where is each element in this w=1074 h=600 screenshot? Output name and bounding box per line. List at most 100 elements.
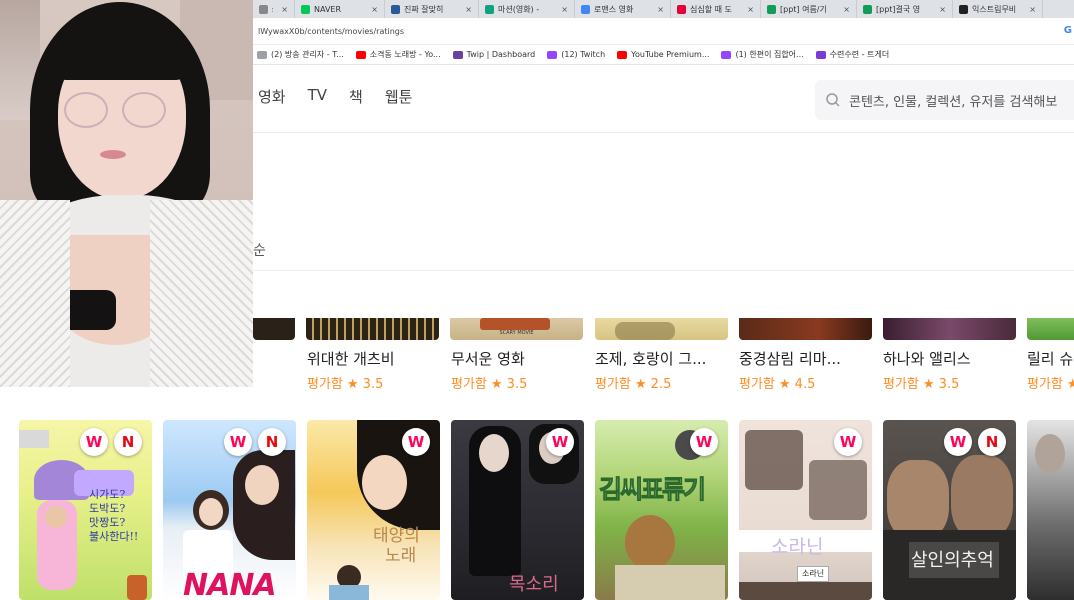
netflix-badge-icon: N <box>114 428 142 456</box>
poster-thumbnail[interactable] <box>595 318 728 340</box>
bookmark-item[interactable]: YouTube Premium... <box>617 50 709 59</box>
tab-label: 로맨스 영화 <box>594 4 634 14</box>
close-tab-icon[interactable]: × <box>843 5 850 14</box>
poster-title: 김씨표류기 <box>598 475 706 505</box>
tab-favicon-icon <box>301 4 310 14</box>
rating-value: ★ 3.5 <box>922 377 960 392</box>
rating-value: ★ 3.5 <box>490 377 528 392</box>
user-rating: 평가함 ★ 3.5 <box>883 373 959 392</box>
bookmark-label: 수련수련 - 트게더 <box>829 50 890 59</box>
rating-value: ★ 4.5 <box>778 377 816 392</box>
poster-thumbnail[interactable] <box>1027 318 1074 340</box>
watcha-badge-icon: W <box>402 428 430 456</box>
poster-title: NANA <box>183 568 277 600</box>
movie-title[interactable]: 위대한 개츠비 <box>307 348 395 369</box>
browser-tab[interactable]: [ppt]결국 영 × <box>857 0 953 18</box>
bookmark-item[interactable]: 수련수련 - 트게더 <box>815 49 890 60</box>
tab-favicon-icon <box>259 4 268 14</box>
poster-thumbnail[interactable] <box>306 318 439 340</box>
nav-webtoon[interactable]: 웹툰 <box>385 86 413 107</box>
tab-favicon-icon <box>767 4 776 14</box>
movie-title[interactable]: 중경삼림 리마... <box>739 348 841 369</box>
browser-tab[interactable]: shi × <box>253 0 295 18</box>
webcam-overlay <box>0 0 253 387</box>
bookmark-item[interactable]: Twip | Dashboard <box>452 50 535 59</box>
movie-poster[interactable] <box>1027 420 1074 600</box>
bookmark-item[interactable]: (12) Twitch <box>547 50 605 59</box>
netflix-badge-icon: N <box>978 428 1006 456</box>
poster-thumbnail[interactable] <box>883 318 1016 340</box>
url-text: lWywaxX0b/contents/movies/ratings <box>258 26 405 36</box>
browser-tab[interactable]: 마션(영화) - × <box>479 0 575 18</box>
sort-label[interactable]: 순 <box>253 240 266 260</box>
tab-favicon-icon <box>581 4 590 14</box>
browser-tab[interactable]: 심심할 때 도 × <box>671 0 761 18</box>
close-tab-icon[interactable]: × <box>747 5 754 14</box>
poster-thumbnail[interactable]: SCARY MOVIE <box>450 318 583 340</box>
close-tab-icon[interactable]: × <box>657 5 664 14</box>
close-tab-icon[interactable]: × <box>1029 5 1036 14</box>
close-tab-icon[interactable]: × <box>281 5 288 14</box>
poster-thumbnail[interactable] <box>739 318 872 340</box>
user-rating: 평가함 ★ 3.5 <box>451 373 527 392</box>
user-rating: 평가함 ★ 4.5 <box>739 373 815 392</box>
tab-label: [ppt] 여름/기 <box>780 4 827 14</box>
close-tab-icon[interactable]: × <box>939 5 946 14</box>
main-nav: 영화 TV 책 웹툰 <box>258 86 412 107</box>
nav-tv[interactable]: TV <box>308 86 327 107</box>
close-tab-icon[interactable]: × <box>465 5 472 14</box>
bookmark-favicon-icon <box>617 50 628 59</box>
poster-title: 목소리 <box>509 574 559 595</box>
search-icon <box>826 93 840 107</box>
browser-tab[interactable]: NAVER × <box>295 0 385 18</box>
poster-tagline: 시가도? 도박도? 맛짱도? 불사한다!! <box>89 488 139 543</box>
rating-label: 평가함 <box>1027 377 1063 392</box>
poster-title: 소라닌 <box>771 536 824 558</box>
bookmark-favicon-icon <box>452 50 463 59</box>
search-placeholder: 콘텐츠, 인물, 컬렉션, 유저를 검색해보 <box>849 94 1058 110</box>
watcha-badge-icon: W <box>834 428 862 456</box>
browser-tab[interactable]: [ppt] 여름/기 × <box>761 0 857 18</box>
tab-favicon-icon <box>863 4 872 14</box>
bookmark-item[interactable]: 소격동 노래방 - Yo... <box>355 49 441 60</box>
tab-label: 진짜 잘맞히 <box>404 4 444 14</box>
rating-label: 평가함 <box>595 377 631 392</box>
sort-divider <box>253 270 1074 271</box>
netflix-badge-icon: N <box>258 428 286 456</box>
header-divider <box>253 132 1074 133</box>
user-rating: 평가함 ★ 2.5 <box>595 373 671 392</box>
poster-title: 태양의 노래 <box>373 526 420 566</box>
movie-title[interactable]: 무서운 영화 <box>451 348 525 369</box>
bookmark-label: (2) 방송 관리자 - T... <box>271 50 344 59</box>
tab-label: 심심할 때 도 <box>690 4 732 14</box>
tab-label: [ppt]결국 영 <box>876 4 921 14</box>
google-icon[interactable]: G <box>1064 25 1072 36</box>
movie-title[interactable]: 조제, 호랑이 그... <box>595 348 706 369</box>
screen: shi×NAVER×진짜 잘맞히×마션(영화) -×로맨스 영화×심심할 때 도… <box>0 0 1074 600</box>
close-tab-icon[interactable]: × <box>371 5 378 14</box>
rating-value: ★ 2.5 <box>634 377 672 392</box>
rating-label: 평가함 <box>307 377 343 392</box>
bookmark-item[interactable]: (2) 방송 관리자 - T... <box>257 49 344 60</box>
poster-title: 살인의추억 <box>911 550 994 571</box>
poster-thumbnail[interactable] <box>253 318 295 340</box>
movie-title[interactable]: 릴리 슈 <box>1027 348 1073 369</box>
bookmark-favicon-icon <box>547 50 558 59</box>
rating-label: 평가함 <box>451 377 487 392</box>
bookmark-item[interactable]: (1) 한편이 집합어... <box>721 49 804 60</box>
tab-favicon-icon <box>485 4 494 14</box>
search-input[interactable]: 콘텐츠, 인물, 컬렉션, 유저를 검색해보 <box>815 80 1074 120</box>
bookmark-label: (12) Twitch <box>561 50 606 59</box>
browser-tab[interactable]: 진짜 잘맞히 × <box>385 0 479 18</box>
rating-value: ★ <box>1066 377 1074 392</box>
bookmark-label: 소격동 노래방 - Yo... <box>369 50 441 59</box>
bookmark-label: YouTube Premium... <box>631 50 710 59</box>
nav-books[interactable]: 책 <box>349 86 363 107</box>
bookmark-favicon-icon <box>815 50 826 59</box>
movie-title[interactable]: 하나와 앨리스 <box>883 348 971 369</box>
bookmark-favicon-icon <box>355 50 366 59</box>
nav-movies[interactable]: 영화 <box>258 86 286 107</box>
close-tab-icon[interactable]: × <box>561 5 568 14</box>
browser-tab[interactable]: 로맨스 영화 × <box>575 0 671 18</box>
browser-tab[interactable]: 익스트림무비 × <box>953 0 1043 18</box>
